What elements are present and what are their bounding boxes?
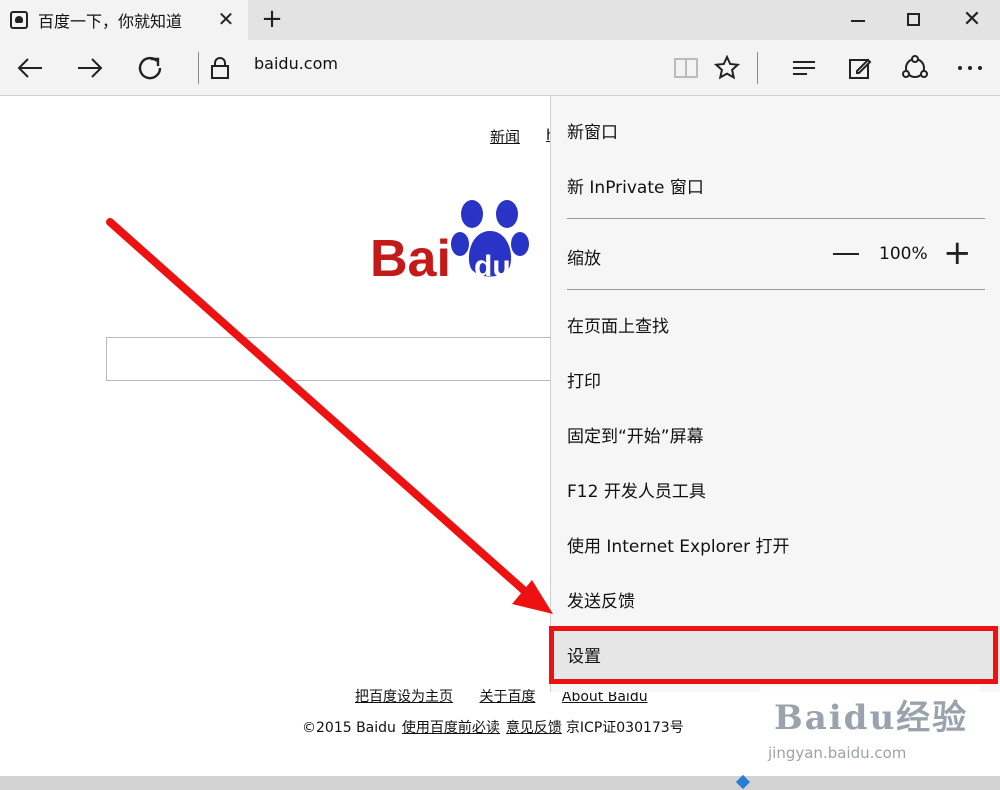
share-icon [902,55,928,78]
baidu-jingyan-watermark: Baidu经验 jingyan.baidu.com [760,686,980,776]
web-note-icon [849,58,872,79]
reading-view-button[interactable] [666,48,706,88]
favorite-button[interactable] [707,48,747,88]
title-bar: 百度一下，你就知道 ✕ + ✕ [0,0,1000,40]
address-separator [198,52,199,84]
watermark-url: jingyan.baidu.com [768,744,907,762]
menu-item-pin-to-start[interactable]: 固定到“开始”屏幕 [567,422,704,447]
baidu-favicon-icon [10,11,28,29]
annotation-highlight-box [549,626,998,684]
window-close-button[interactable]: ✕ [952,4,992,36]
browser-tab[interactable]: 百度一下，你就知道 ✕ [0,0,248,40]
about-baidu-link[interactable]: 关于百度 [479,689,535,705]
more-actions-menu: 新窗口 新 InPrivate 窗口 缩放 100% + 在页面上查找 打印 固… [550,96,1000,692]
hub-icon [793,61,815,75]
star-icon [714,55,740,80]
zoom-out-button[interactable] [833,240,861,268]
new-tab-button[interactable]: + [258,5,286,33]
forward-button[interactable] [70,48,110,88]
toolbar-separator [757,52,758,84]
back-button[interactable] [10,48,50,88]
copyright-text: ©2015 Baidu [302,720,396,736]
menu-item-f12-tools[interactable]: F12 开发人员工具 [567,477,706,502]
feedback-link[interactable]: 意见反馈 [506,720,562,736]
more-icon [958,66,982,70]
watermark-title: Baidu经验 [774,698,969,738]
menu-separator [567,289,985,290]
icp-text: 京ICP证030173号 [565,720,684,736]
back-arrow-icon [17,58,42,78]
share-button[interactable] [895,48,935,88]
menu-item-send-feedback[interactable]: 发送反馈 [567,587,635,612]
news-link[interactable]: 新闻 [490,126,520,147]
copyright-line: ©2015 Baidu 使用百度前必读 意见反馈 京ICP证030173号 [302,717,684,737]
lock-icon [200,48,240,88]
menu-item-open-with-ie[interactable]: 使用 Internet Explorer 打开 [567,532,790,557]
baidu-logo: Bai du [370,200,529,288]
refresh-icon [138,56,162,80]
menu-item-find-on-page[interactable]: 在页面上查找 [567,312,669,337]
menu-item-zoom-label: 缩放 [567,249,601,269]
bottom-scroll-bar[interactable] [0,774,1000,790]
menu-item-new-window[interactable]: 新窗口 [567,118,618,143]
refresh-button[interactable] [130,48,170,88]
address-bar-url[interactable]: baidu.com [254,54,338,73]
more-actions-button[interactable] [950,48,990,88]
menu-item-new-inprivate[interactable]: 新 InPrivate 窗口 [567,173,704,198]
logo-text-du: du [474,250,511,283]
maximize-button[interactable] [893,4,933,36]
menu-separator [567,218,985,219]
search-input[interactable] [106,337,556,381]
reading-view-icon [674,58,698,78]
forward-arrow-icon [78,58,103,78]
tab-title: 百度一下，你就知道 [38,12,183,31]
hub-button[interactable] [784,48,824,88]
zoom-in-button[interactable]: + [943,236,972,270]
taskbar-indicator-icon [735,774,751,790]
web-note-button[interactable] [840,48,880,88]
maximize-icon [906,13,920,26]
terms-link[interactable]: 使用百度前必读 [402,720,500,736]
menu-item-print[interactable]: 打印 [567,367,601,392]
tab-close-icon[interactable]: ✕ [214,7,238,31]
navigation-toolbar: baidu.com [0,40,1000,96]
minimize-button[interactable] [838,4,878,36]
minus-icon [833,253,859,255]
minimize-icon [851,20,865,22]
logo-text-bai: Bai [370,230,451,288]
zoom-level: 100% [879,244,928,264]
set-homepage-link[interactable]: 把百度设为主页 [355,689,453,705]
